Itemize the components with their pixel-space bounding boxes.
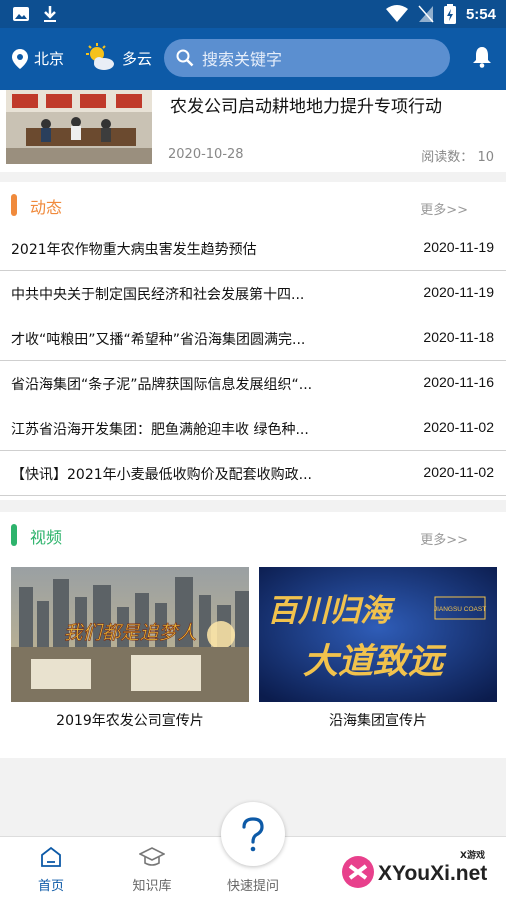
news-accent-bar [11, 194, 17, 216]
featured-title: 农发公司启动耕地地力提升专项行动 [170, 97, 442, 117]
graduation-cap-icon [138, 847, 166, 866]
location-pin-icon [12, 48, 28, 69]
tab-home-label: 首页 [37, 879, 64, 894]
search-placeholder: 搜索关键字 [202, 50, 283, 69]
video-section: 视频 更多>> 我们都是追梦人 2019年农发公司宣传片 百川归海 大道致远 J… [0, 512, 506, 758]
tab-knowledge[interactable]: 知识库 [117, 845, 187, 894]
news-item-title: 才收“吨粮田”又播“希望种”省沿海集团圆满完... [11, 332, 306, 348]
image-icon [13, 7, 29, 21]
watermark-text: XYouXi.net [378, 862, 487, 885]
news-item[interactable]: 2021年农作物重大病虫害发生趋势预估 2020-11-19 [0, 226, 506, 271]
clock: 5:54 [465, 5, 496, 23]
video-overlay-line1: 百川归海 [267, 593, 396, 629]
search-input[interactable]: 搜索关键字 [164, 39, 450, 77]
news-item-date: 2020-11-16 [423, 374, 494, 390]
home-icon [41, 846, 61, 867]
news-item[interactable]: 江苏省沿海开发集团：肥鱼满舱迎丰收 绿色种... 2020-11-02 [0, 406, 506, 451]
tab-home[interactable]: 首页 [16, 845, 86, 894]
quick-question-button[interactable] [221, 802, 285, 866]
featured-article[interactable]: 农发公司启动耕地地力提升专项行动 2020-10-28 阅读数： 10 [0, 90, 506, 172]
news-item[interactable]: 中共中央关于制定国民经济和社会发展第十四... 2020-11-19 [0, 271, 506, 316]
watermark: X游戏 XYouXi.net [336, 848, 500, 896]
status-bar: 5:54 [0, 0, 506, 28]
featured-thumbnail [6, 90, 152, 164]
bell-icon[interactable] [472, 46, 492, 68]
video-overlay-line2: 大道致远 [303, 641, 447, 682]
search-icon [176, 49, 194, 67]
video-label: 2019年农发公司宣传片 [56, 713, 204, 729]
wifi-icon [385, 5, 408, 22]
location-selector[interactable]: 北京 [12, 48, 64, 69]
cloudy-sun-icon [86, 43, 114, 70]
video-card[interactable]: 我们都是追梦人 2019年农发公司宣传片 [11, 567, 249, 730]
video-thumbnail: 百川归海 大道致远 JIANGSU COAST [259, 567, 497, 702]
video-section-header: 视频 更多>> [0, 512, 506, 556]
news-item-date: 2020-11-02 [423, 419, 494, 435]
news-item-title: 2021年农作物重大病虫害发生趋势预估 [11, 242, 257, 258]
news-item[interactable]: 【快讯】2021年小麦最低收购价及配套收购政... 2020-11-02 [0, 451, 506, 496]
read-count-value: 10 [477, 150, 494, 165]
news-item-date: 2020-11-19 [423, 284, 494, 300]
news-item-date: 2020-11-18 [423, 329, 494, 345]
watermark-small: X游戏 [460, 849, 485, 861]
featured-date: 2020-10-28 [168, 147, 244, 162]
weather-info: 多云 [84, 42, 152, 74]
featured-read-count: 阅读数： 10 [421, 146, 494, 165]
news-item-title: 【快讯】2021年小麦最低收购价及配套收购政... [11, 467, 312, 483]
tab-quick-question-label: 快速提问 [226, 879, 279, 894]
news-section: 动态 更多>> 2021年农作物重大病虫害发生趋势预估 2020-11-19 中共… [0, 182, 506, 500]
video-more-link[interactable]: 更多>> [420, 529, 468, 548]
city-label: 北京 [34, 50, 65, 68]
news-item-title: 中共中央关于制定国民经济和社会发展第十四... [11, 287, 305, 303]
video-section-title: 视频 [30, 528, 63, 547]
video-overlay-text: 我们都是追梦人 [63, 622, 196, 644]
news-item-title: 省沿海集团“条子泥”品牌获国际信息发展组织“... [11, 377, 313, 393]
news-section-title: 动态 [30, 198, 63, 217]
news-item-title: 江苏省沿海开发集团：肥鱼满舱迎丰收 绿色种... [11, 422, 309, 438]
question-mark-icon [242, 817, 264, 852]
tab-knowledge-label: 知识库 [132, 879, 172, 894]
news-item-date: 2020-11-02 [423, 464, 494, 480]
news-section-header: 动态 更多>> [0, 182, 506, 226]
read-count-label: 阅读数： [421, 150, 474, 165]
news-item-date: 2020-11-19 [423, 239, 494, 255]
download-icon [44, 6, 56, 22]
video-label: 沿海集团宣传片 [329, 713, 427, 729]
news-more-link[interactable]: 更多>> [420, 199, 468, 218]
news-item[interactable]: 才收“吨粮田”又播“希望种”省沿海集团圆满完... 2020-11-18 [0, 316, 506, 361]
video-accent-bar [11, 524, 17, 546]
no-signal-icon [418, 5, 434, 23]
video-thumbnail: 我们都是追梦人 [11, 567, 249, 702]
top-header: 北京 多云 搜索关键字 [0, 28, 506, 90]
battery-icon [443, 4, 456, 24]
news-list: 2021年农作物重大病虫害发生趋势预估 2020-11-19 中共中央关于制定国民… [0, 226, 506, 496]
video-badge: JIANGSU COAST [434, 606, 486, 613]
news-item[interactable]: 省沿海集团“条子泥”品牌获国际信息发展组织“... 2020-11-16 [0, 361, 506, 406]
weather-label: 多云 [122, 49, 153, 68]
video-card[interactable]: 百川归海 大道致远 JIANGSU COAST 沿海集团宣传片 [259, 567, 497, 730]
tab-quick-question[interactable]: 快速提问 [218, 873, 288, 894]
video-grid: 我们都是追梦人 2019年农发公司宣传片 百川归海 大道致远 JIANGSU C… [0, 567, 506, 757]
